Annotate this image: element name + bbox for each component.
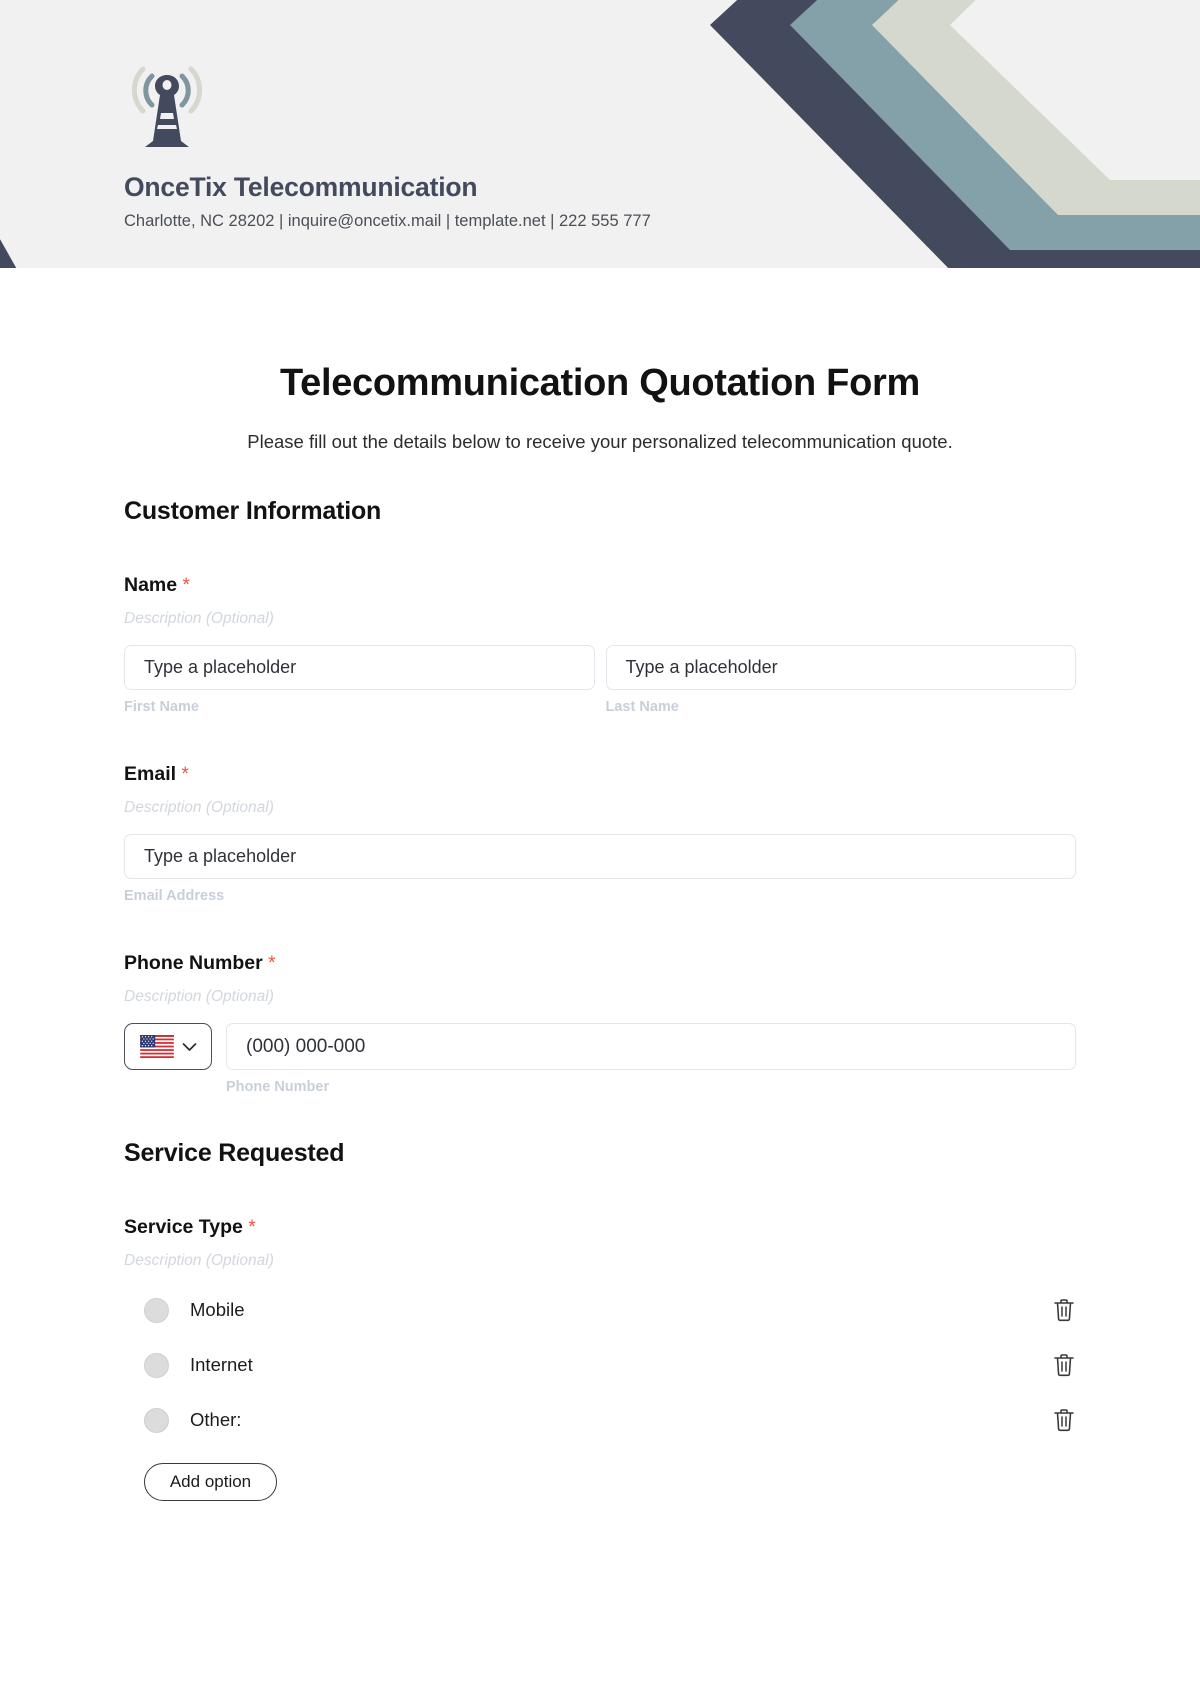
name-input-row: Type a placeholder Type a placeholder [124, 645, 1076, 690]
trash-icon [1054, 1354, 1074, 1377]
required-asterisk: * [268, 953, 276, 974]
field-label-name-text: Name [124, 574, 178, 596]
trash-icon [1054, 1409, 1074, 1432]
us-flag-icon [139, 1035, 174, 1058]
field-service-type: Service Type * Description (Optional) Mo… [124, 1216, 1076, 1501]
radio-button-other[interactable] [144, 1407, 169, 1433]
required-asterisk: * [181, 764, 189, 785]
email-input-row: Type a placeholder [124, 834, 1076, 879]
radio-button-mobile[interactable] [144, 1297, 169, 1323]
first-name-sub-label: First Name [124, 699, 199, 715]
page-header: OnceTix Telecommunication Charlotte, NC … [0, 0, 1200, 268]
option-row-other[interactable]: Other: [124, 1405, 1076, 1435]
option-label-internet: Internet [190, 1354, 253, 1375]
option-label-other: Other: [190, 1409, 242, 1430]
required-asterisk: * [248, 1217, 256, 1238]
field-label-service-type: Service Type * [124, 1216, 1076, 1239]
email-sub-label: Email Address [124, 888, 225, 904]
last-name-sub-label: Last Name [605, 699, 679, 715]
option-row-internet[interactable]: Internet [124, 1350, 1076, 1380]
add-option-button[interactable]: Add option [144, 1463, 277, 1501]
country-code-select[interactable] [124, 1023, 212, 1070]
email-sub-label-row: Email Address [124, 888, 1076, 904]
page-title: Telecommunication Quotation Form [280, 362, 920, 404]
field-email: Email * Description (Optional) Type a pl… [124, 763, 1076, 904]
telecom-tower-icon [127, 55, 207, 160]
field-name: Name * Description (Optional) Type a pla… [124, 574, 1076, 715]
name-sub-label-row: First Name Last Name [124, 699, 1076, 715]
radio-button-internet[interactable] [144, 1352, 169, 1378]
field-label-phone-number-text: Phone Number [124, 952, 263, 974]
delete-option-mobile-button[interactable] [1052, 1297, 1076, 1323]
phone-number-input[interactable]: (000) 000-000 [226, 1023, 1076, 1070]
company-contact-line: Charlotte, NC 28202 | inquire@oncetix.ma… [124, 212, 651, 230]
first-name-input[interactable]: Type a placeholder [124, 645, 595, 690]
field-label-email: Email * [124, 763, 1076, 786]
phone-input-row: (000) 000-000 [124, 1023, 1076, 1070]
delete-option-other-button[interactable] [1052, 1407, 1076, 1433]
last-name-input[interactable]: Type a placeholder [605, 645, 1076, 690]
company-name: OnceTix Telecommunication [124, 172, 478, 202]
field-description-email: Description (Optional) [124, 799, 274, 816]
trash-icon [1054, 1299, 1074, 1322]
field-label-name: Name * [124, 574, 1076, 597]
form-body: Telecommunication Quotation Form Please … [0, 362, 1200, 1501]
field-description-phone-number: Description (Optional) [124, 988, 274, 1005]
field-description-name: Description (Optional) [124, 610, 274, 627]
delete-option-internet-button[interactable] [1052, 1352, 1076, 1378]
field-label-email-text: Email [124, 763, 177, 785]
phone-number-sub-label: Phone Number [226, 1079, 330, 1095]
field-phone-number: Phone Number * Description (Optional) (0… [124, 952, 1076, 1095]
field-description-service-type: Description (Optional) [124, 1252, 274, 1269]
option-label-mobile: Mobile [190, 1299, 245, 1320]
chevron-down-icon [182, 1042, 196, 1051]
page-subtitle: Please fill out the details below to rec… [247, 431, 953, 452]
section-heading-service-requested: Service Requested [124, 1139, 345, 1167]
option-row-mobile[interactable]: Mobile [124, 1295, 1076, 1325]
email-input[interactable]: Type a placeholder [124, 834, 1076, 879]
quotation-form-page: OnceTix Telecommunication Charlotte, NC … [0, 0, 1200, 1700]
brand-block: OnceTix Telecommunication Charlotte, NC … [124, 55, 651, 231]
field-label-phone-number: Phone Number * [124, 952, 1076, 975]
field-label-service-type-text: Service Type [124, 1216, 243, 1238]
chevron-decoration-top-right [710, 0, 1200, 268]
section-heading-customer-information: Customer Information [124, 497, 382, 525]
required-asterisk: * [182, 575, 190, 596]
